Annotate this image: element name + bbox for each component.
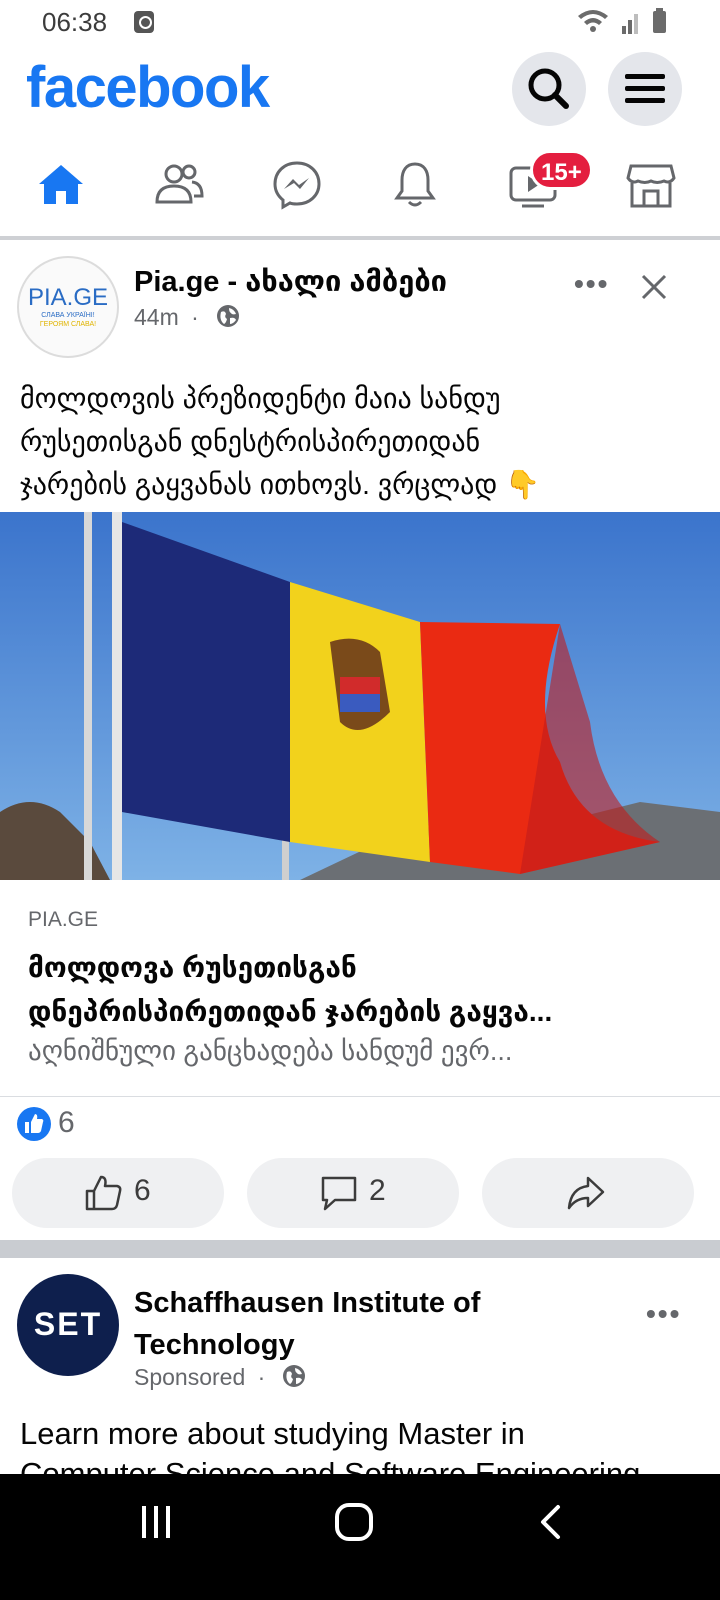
system-status-icons: [578, 8, 666, 34]
back-icon[interactable]: [536, 1504, 566, 1540]
divider: [0, 1096, 720, 1097]
hamburger-menu-icon: [625, 74, 665, 103]
reaction-count[interactable]: 6: [58, 1106, 75, 1140]
avatar-logo-text: SET: [33, 1306, 103, 1342]
public-globe-icon: [217, 305, 239, 327]
search-icon: [528, 68, 569, 109]
post-text-line-content: ჯარების გაყვანას ითხოვს. ვრცლად: [20, 469, 498, 500]
public-globe-icon: [283, 1365, 305, 1387]
post-page-name[interactable]: Pia.ge - ახალი ამბები: [134, 264, 447, 299]
close-icon[interactable]: [640, 273, 668, 301]
post-options-button[interactable]: •••: [646, 1298, 681, 1330]
tabs-divider: [0, 236, 720, 240]
sponsored-meta: Sponsored ·: [134, 1364, 271, 1391]
pointing-down-emoji: 👇: [505, 469, 540, 500]
post-body-text: Learn more about studying Master in Comp…: [20, 1414, 710, 1474]
meta-separator: ·: [257, 1364, 266, 1390]
link-domain: PIA.GE: [28, 908, 99, 931]
facebook-logo[interactable]: facebook: [26, 54, 270, 121]
top-header: facebook: [0, 46, 720, 134]
share-icon: [567, 1176, 605, 1210]
comment-count: 2: [369, 1174, 386, 1207]
main-tabs: [0, 140, 720, 236]
page-avatar-piage[interactable]: PIA.GE СЛАВА УКРАЇНІ! ГЕРОЯМ СЛАВА!: [17, 256, 119, 358]
like-count: 6: [134, 1174, 151, 1207]
avatar-slogan-2: ГЕРОЯМ СЛАВА!: [39, 321, 97, 328]
thumbs-up-icon: [85, 1175, 122, 1211]
marketplace-icon: [626, 164, 676, 208]
watch-notification-badge: 15+: [530, 150, 593, 190]
sponsored-label[interactable]: Sponsored: [134, 1364, 245, 1390]
post-text-line: რუსეთისგან დნესტრისპირეთიდან: [20, 426, 481, 457]
like-button[interactable]: 6: [12, 1158, 224, 1228]
post-text-line: Learn more about studying Master in: [20, 1416, 525, 1451]
post-text-line: მოლდოვის პრეზიდენტი მაია სანდუ: [20, 383, 501, 414]
link-title-line: დნეპრისპირეთიდან ჯარების გაყვა...: [28, 996, 553, 1027]
status-time: 06:38: [42, 7, 108, 37]
post-page-name[interactable]: Schaffhausen Institute of Technology: [134, 1282, 480, 1366]
tab-home[interactable]: [8, 140, 108, 230]
meta-separator: ·: [191, 304, 199, 330]
share-button[interactable]: [482, 1158, 694, 1228]
tab-notifications[interactable]: [362, 140, 462, 230]
post-time: 44m ·: [134, 304, 205, 331]
search-button[interactable]: [512, 52, 586, 126]
home-button-icon[interactable]: [334, 1502, 374, 1542]
home-icon: [39, 165, 83, 204]
link-preview-image[interactable]: [0, 512, 720, 880]
messenger-icon: [273, 161, 321, 210]
link-description: აღნიშნული განცხადება სანდუმ ევრ...: [28, 1036, 513, 1066]
page-name-line: Technology: [134, 1329, 295, 1361]
link-title[interactable]: მოლდოვა რუსეთისგან დნეპრისპირეთიდან ჯარე…: [28, 946, 698, 1034]
feed-separator: [0, 1240, 720, 1258]
post-body-text: მოლდოვის პრეზიდენტი მაია სანდუ რუსეთისგა…: [20, 377, 710, 506]
status-bar: 06:38: [0, 0, 720, 46]
tab-friends[interactable]: [126, 140, 226, 230]
recent-apps-icon[interactable]: [138, 1504, 174, 1540]
android-nav-bar: [0, 1474, 720, 1600]
tab-marketplace[interactable]: [598, 140, 698, 230]
menu-button[interactable]: [608, 52, 682, 126]
avatar-logo-text: PIA.GE: [27, 284, 109, 311]
post-text-line: Computer Science and Software Engineerin…: [20, 1456, 641, 1474]
post-text-line: ჯარების გაყვანას ითხოვს. ვრცლად 👇: [20, 463, 710, 506]
tab-messenger[interactable]: [244, 140, 344, 230]
friends-icon: [155, 164, 204, 204]
page-name-line: Schaffhausen Institute of: [134, 1287, 481, 1319]
avatar-slogan-1: СЛАВА УКРАЇНІ!: [41, 312, 95, 319]
comment-button[interactable]: 2: [247, 1158, 459, 1228]
comment-icon: [321, 1176, 357, 1211]
post-timestamp: 44m: [134, 304, 179, 330]
post-options-button[interactable]: •••: [574, 268, 609, 300]
alarm-icon: [134, 11, 154, 33]
page-avatar-set[interactable]: SET: [17, 1274, 119, 1376]
like-reaction-icon[interactable]: [16, 1106, 52, 1142]
moldova-flag-photo: [0, 512, 720, 880]
bell-icon: [394, 162, 436, 207]
link-title-line: მოლდოვა რუსეთისგან: [28, 952, 357, 983]
